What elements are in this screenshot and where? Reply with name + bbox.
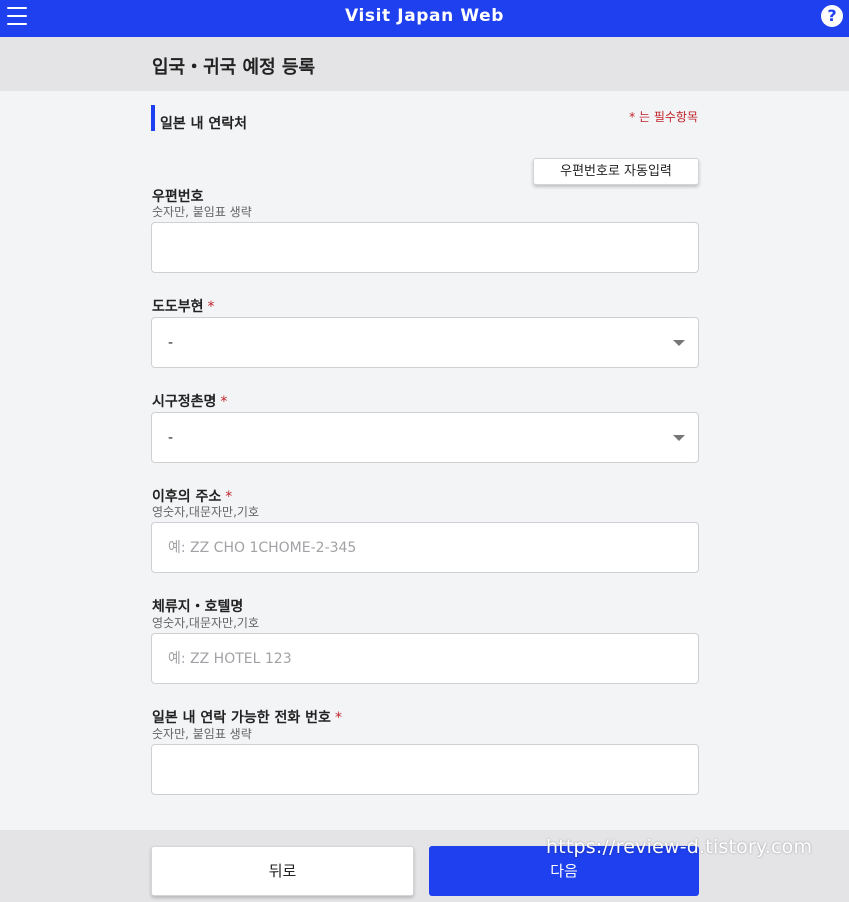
postal-autofill-button[interactable]: 우편번호로 자동입력 [533, 158, 699, 185]
required-mark: * [220, 394, 228, 410]
page-header: 입국・귀국 예정 등록 [0, 37, 849, 91]
city-selected-value: - [168, 429, 174, 446]
city-label: 시구정촌명 * [152, 391, 227, 411]
prefecture-label-text: 도도부현 [152, 299, 204, 315]
hotel-input[interactable] [152, 634, 698, 683]
address-input[interactable] [152, 523, 698, 572]
prefecture-select[interactable]: - [151, 317, 699, 368]
required-note: * 는 필수항목 [629, 110, 698, 124]
postal-field [151, 222, 699, 273]
section-title: 일본 내 연락처 [160, 116, 248, 132]
hamburger-menu-icon[interactable] [7, 7, 27, 25]
section-accent-bar [151, 105, 155, 131]
address-field [151, 522, 699, 573]
page-title: 입국・귀국 예정 등록 [152, 57, 316, 78]
city-select[interactable]: - [151, 412, 699, 463]
phone-hint: 숫자만, 붙임표 생략 [152, 727, 252, 741]
watermark-text: https://review-d.tistory.com [546, 836, 813, 858]
postal-input[interactable] [152, 223, 698, 272]
phone-input[interactable] [152, 745, 698, 794]
help-icon[interactable]: ? [821, 5, 843, 27]
phone-label: 일본 내 연락 가능한 전화 번호 * [152, 707, 342, 727]
hotel-hint: 영숫자,대문자만,기호 [152, 616, 259, 630]
app-title: Visit Japan Web [345, 5, 504, 26]
back-button[interactable]: 뒤로 [151, 846, 414, 896]
app-bar: Visit Japan Web ? [0, 0, 849, 37]
dropdown-caret-icon [673, 340, 685, 346]
phone-label-text: 일본 내 연락 가능한 전화 번호 [152, 710, 331, 726]
postal-hint: 숫자만, 붙임표 생략 [152, 205, 252, 219]
required-mark: * [334, 710, 342, 726]
hotel-field [151, 633, 699, 684]
dropdown-caret-icon [673, 435, 685, 441]
required-mark: * [207, 299, 215, 315]
prefecture-label: 도도부현 * [152, 296, 215, 316]
address-hint: 영숫자,대문자만,기호 [152, 505, 259, 519]
hotel-label-text: 체류지・호텔명 [152, 599, 244, 615]
phone-field [151, 744, 699, 795]
city-label-text: 시구정촌명 [152, 394, 217, 410]
prefecture-selected-value: - [168, 334, 174, 351]
hotel-label: 체류지・호텔명 [152, 596, 243, 616]
